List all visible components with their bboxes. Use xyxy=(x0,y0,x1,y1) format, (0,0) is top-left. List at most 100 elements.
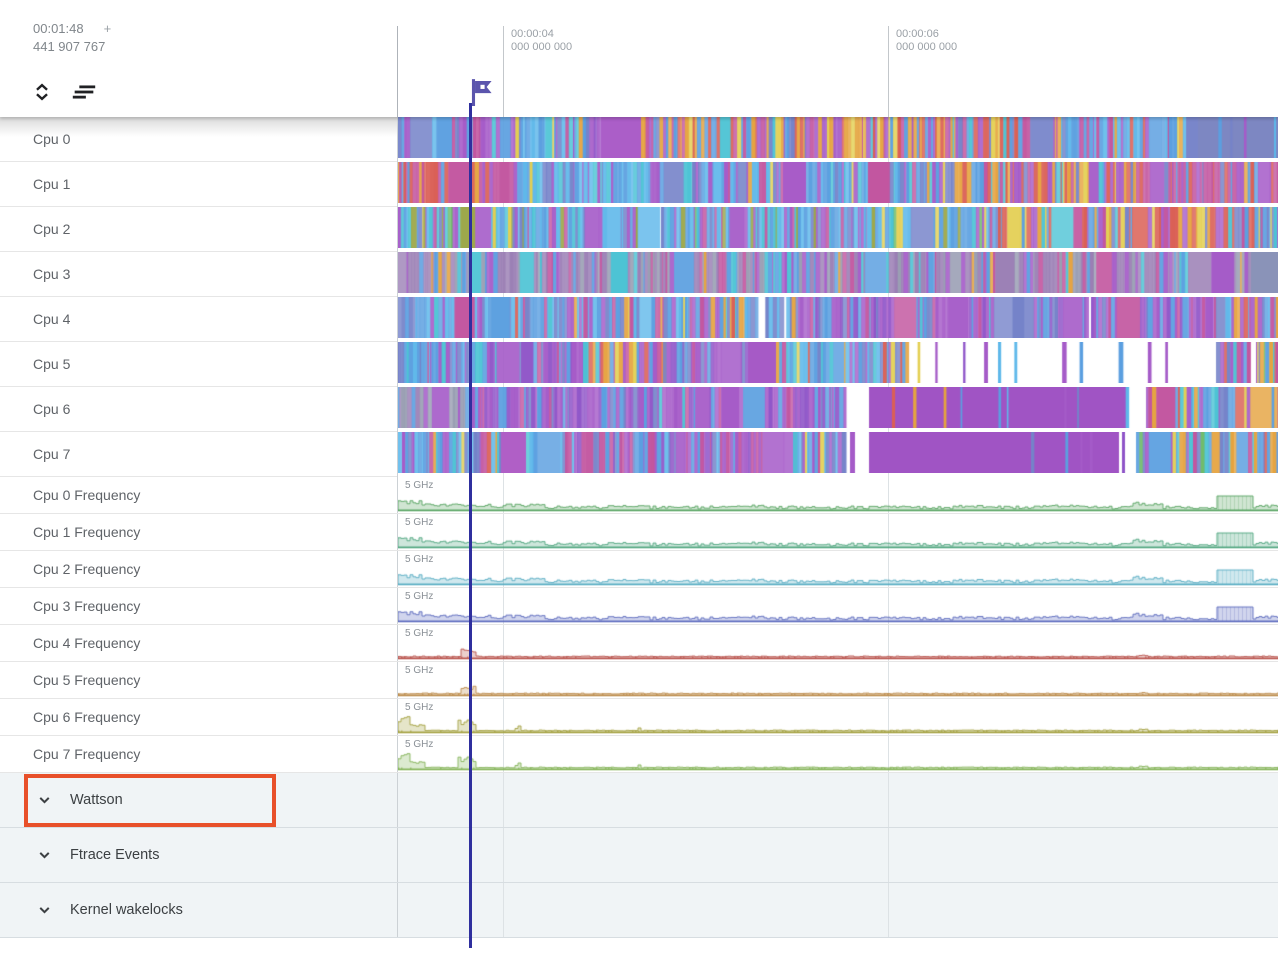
timestamp-offset-symbol: + xyxy=(104,21,112,36)
ruler-left-edge xyxy=(397,26,398,117)
counter-canvas[interactable] xyxy=(398,700,1278,734)
expand-collapse-tracks-button[interactable] xyxy=(28,78,56,106)
section-header-ftrace-events[interactable]: Ftrace Events xyxy=(0,828,1278,883)
counter-track[interactable]: 5 GHz xyxy=(397,477,1278,513)
sort-tracks-icon xyxy=(70,81,98,103)
counter-track[interactable]: 5 GHz xyxy=(397,625,1278,661)
track-label: Cpu 0 xyxy=(33,131,70,147)
section-header-kernel-wakelocks[interactable]: Kernel wakelocks xyxy=(0,883,1278,938)
track-label: Cpu 5 Frequency xyxy=(33,672,140,688)
scale-label: 5 GHz xyxy=(405,665,433,676)
chevron-down-icon[interactable] xyxy=(36,902,53,919)
timestamp-primary: 00:01:48 xyxy=(33,21,84,36)
track-label-cell[interactable]: Cpu 7 xyxy=(0,432,397,477)
sched-canvas[interactable] xyxy=(398,252,1278,293)
track-label: Cpu 1 xyxy=(33,176,70,192)
track-label: Cpu 5 xyxy=(33,356,70,372)
section-track[interactable] xyxy=(397,883,1278,937)
sched-canvas[interactable] xyxy=(398,297,1278,338)
track-label: Cpu 2 xyxy=(33,221,70,237)
chevron-down-icon[interactable] xyxy=(36,792,53,809)
track-row-cpu-5: Cpu 5 xyxy=(0,342,1278,387)
sched-canvas[interactable] xyxy=(398,207,1278,248)
counter-canvas[interactable] xyxy=(398,663,1278,697)
track-label: Cpu 6 Frequency xyxy=(33,709,140,725)
track-row-cpu-0-frequency: Cpu 0 Frequency 5 GHz xyxy=(0,477,1278,514)
sched-track[interactable] xyxy=(397,117,1278,162)
track-label: Cpu 1 Frequency xyxy=(33,524,140,540)
track-label: Cpu 4 Frequency xyxy=(33,635,140,651)
section-label-cell[interactable]: Ftrace Events xyxy=(0,828,397,882)
track-label-cell[interactable]: Cpu 0 xyxy=(0,117,397,162)
track-label-cell[interactable]: Cpu 3 xyxy=(0,252,397,297)
track-label-cell[interactable]: Cpu 2 Frequency xyxy=(0,551,397,587)
track-label-cell[interactable]: Cpu 4 Frequency xyxy=(0,625,397,661)
track-row-cpu-4-frequency: Cpu 4 Frequency 5 GHz xyxy=(0,625,1278,662)
unfold-more-icon xyxy=(31,79,53,105)
section-header-wattson[interactable]: Wattson xyxy=(0,773,1278,828)
track-label-cell[interactable]: Cpu 0 Frequency xyxy=(0,477,397,513)
track-row-cpu-1-frequency: Cpu 1 Frequency 5 GHz xyxy=(0,514,1278,551)
track-label-cell[interactable]: Cpu 3 Frequency xyxy=(0,588,397,624)
sched-track[interactable] xyxy=(397,432,1278,477)
sched-canvas[interactable] xyxy=(398,432,1278,473)
counter-canvas[interactable] xyxy=(398,552,1278,586)
sched-track[interactable] xyxy=(397,162,1278,207)
track-row-cpu-7-frequency: Cpu 7 Frequency 5 GHz xyxy=(0,736,1278,773)
scale-label: 5 GHz xyxy=(405,628,433,639)
track-label-cell[interactable]: Cpu 5 xyxy=(0,342,397,387)
track-label-cell[interactable]: Cpu 1 Frequency xyxy=(0,514,397,550)
sched-canvas[interactable] xyxy=(398,342,1278,383)
counter-canvas[interactable] xyxy=(398,626,1278,660)
counter-canvas[interactable] xyxy=(398,515,1278,549)
sched-track[interactable] xyxy=(397,387,1278,432)
section-label: Ftrace Events xyxy=(70,847,159,863)
sched-track[interactable] xyxy=(397,207,1278,252)
sched-canvas[interactable] xyxy=(398,387,1278,428)
counter-canvas[interactable] xyxy=(398,589,1278,623)
track-row-cpu-7: Cpu 7 xyxy=(0,432,1278,477)
tick-nanos: 000 000 000 xyxy=(896,41,957,54)
track-label-cell[interactable]: Cpu 2 xyxy=(0,207,397,252)
section-label-cell[interactable]: Wattson xyxy=(0,773,397,827)
counter-track[interactable]: 5 GHz xyxy=(397,736,1278,772)
track-label-cell[interactable]: Cpu 6 xyxy=(0,387,397,432)
counter-track[interactable]: 5 GHz xyxy=(397,551,1278,587)
section-label: Wattson xyxy=(70,792,123,808)
sched-track[interactable] xyxy=(397,252,1278,297)
track-label-cell[interactable]: Cpu 5 Frequency xyxy=(0,662,397,698)
sched-canvas[interactable] xyxy=(398,162,1278,203)
track-label-cell[interactable]: Cpu 7 Frequency xyxy=(0,736,397,772)
track-label: Cpu 0 Frequency xyxy=(33,487,140,503)
counter-track[interactable]: 5 GHz xyxy=(397,514,1278,550)
counter-canvas[interactable] xyxy=(398,478,1278,512)
flag-marker[interactable] xyxy=(466,75,497,111)
counter-track[interactable]: 5 GHz xyxy=(397,588,1278,624)
tick-time: 00:00:06 xyxy=(896,28,957,41)
track-label-cell[interactable]: Cpu 1 xyxy=(0,162,397,207)
track-label-cell[interactable]: Cpu 4 xyxy=(0,297,397,342)
sched-track[interactable] xyxy=(397,297,1278,342)
sched-track[interactable] xyxy=(397,342,1278,387)
partial-next-section xyxy=(0,938,1278,956)
track-label-cell[interactable]: Cpu 6 Frequency xyxy=(0,699,397,735)
trace-viewer: 00:01:48 + 441 907 767 xyxy=(0,0,1278,956)
counter-track[interactable]: 5 GHz xyxy=(397,662,1278,698)
section-track[interactable] xyxy=(397,828,1278,882)
selected-timestamp: 00:01:48 + 441 907 767 xyxy=(33,20,111,56)
track-row-cpu-4: Cpu 4 xyxy=(0,297,1278,342)
track-label: Cpu 2 Frequency xyxy=(33,561,140,577)
sort-tracks-button[interactable] xyxy=(70,78,98,106)
section-label-cell[interactable]: Kernel wakelocks xyxy=(0,883,397,937)
counter-canvas[interactable] xyxy=(398,737,1278,771)
section-track[interactable] xyxy=(397,773,1278,827)
scale-label: 5 GHz xyxy=(405,554,433,565)
track-row-cpu-6: Cpu 6 xyxy=(0,387,1278,432)
sched-canvas[interactable] xyxy=(398,117,1278,158)
timestamp-secondary: 441 907 767 xyxy=(33,38,111,56)
flag-icon xyxy=(466,75,497,106)
counter-track[interactable]: 5 GHz xyxy=(397,699,1278,735)
track-list: Cpu 0 Cpu 1 Cpu 2 Cpu 3 Cpu 4 Cpu 5 Cpu … xyxy=(0,117,1278,956)
track-label: Cpu 4 xyxy=(33,311,70,327)
chevron-down-icon[interactable] xyxy=(36,847,53,864)
